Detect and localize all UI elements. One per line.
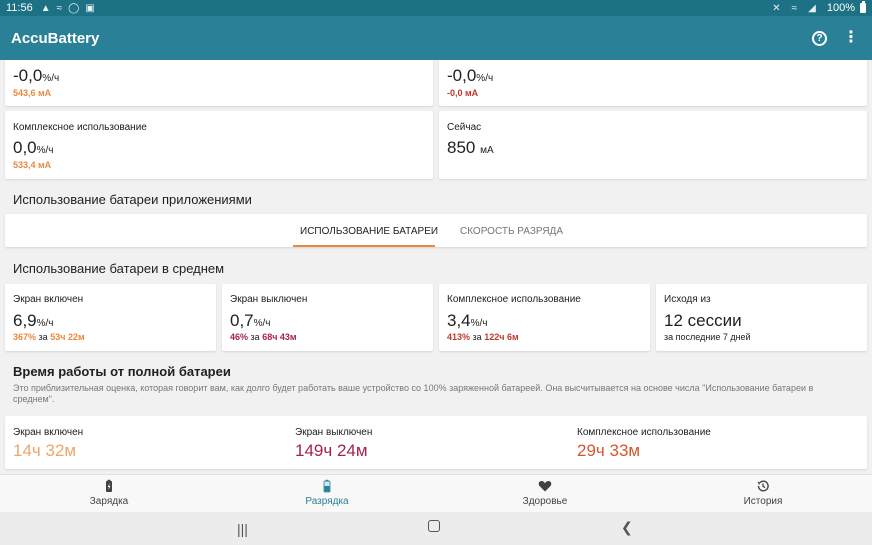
est-label-combined: Комплексное использование: [577, 427, 711, 438]
est-value-combined: 29ч 33м: [577, 441, 641, 460]
app-usage-tabs: ИСПОЛЬЗОВАНИЕ БАТАРЕИ СКОРОСТЬ РАЗРЯДА: [5, 214, 867, 247]
avg-screen-off-card: Экран выключен 0,7%/ч 46% за 68ч 43м: [222, 284, 433, 351]
now-current-card: Сейчас 850 мА: [439, 111, 867, 179]
average-usage-title: Использование батареи в среднем: [13, 261, 225, 276]
nav-history[interactable]: История: [654, 475, 872, 513]
card-label: Сейчас: [447, 122, 482, 133]
help-icon[interactable]: ?: [812, 30, 827, 46]
value: 6,9%/ч: [13, 311, 54, 330]
app-title: AccuBattery: [11, 29, 100, 47]
app-usage-title: Использование батареи приложениями: [13, 192, 252, 207]
full-battery-title: Время работы от полной батареи: [13, 364, 231, 379]
current-ma: -0,0 мА: [447, 88, 479, 98]
battery-charging-icon: [106, 479, 112, 492]
current-ma: 533,4 мА: [13, 160, 52, 170]
avg-sub: 413% за 122ч 6м: [447, 332, 519, 342]
system-navigation-bar: ||| ❮: [0, 512, 872, 545]
tab-discharge-speed[interactable]: СКОРОСТЬ РАЗРЯДА: [460, 226, 563, 237]
card-label: Исходя из: [664, 294, 711, 305]
active-tab-indicator: [293, 245, 435, 247]
card-label: Комплексное использование: [447, 294, 581, 305]
battery-icon: [860, 1, 866, 13]
gallery-icon: ▣: [85, 2, 95, 14]
value: -0,0%/ч: [13, 66, 60, 85]
mute-icon: ✕: [772, 2, 781, 14]
wifi-icon: ≈: [791, 2, 798, 14]
avg-sub: 367% за 53ч 22м: [13, 332, 85, 342]
value: 3,4%/ч: [447, 311, 488, 330]
notification-icon: ▲: [40, 2, 51, 14]
heart-icon: [538, 480, 552, 492]
est-label-screen-off: Экран выключен: [295, 427, 373, 438]
screen-on-current-card: -0,0%/ч 543,6 мА: [5, 60, 433, 106]
cast-icon: ≈: [56, 2, 63, 14]
est-value-screen-off: 149ч 24м: [295, 441, 368, 460]
app-bar: AccuBattery ? ⋮: [0, 16, 872, 60]
value: -0,0%/ч: [447, 66, 494, 85]
est-label-screen-on: Экран включен: [13, 427, 84, 438]
nav-health[interactable]: Здоровье: [436, 475, 654, 513]
back-icon[interactable]: ❮: [621, 519, 633, 536]
card-label: Экран включен: [13, 294, 84, 305]
current-ma: 543,6 мА: [13, 88, 52, 98]
home-icon[interactable]: [428, 520, 440, 532]
value: 0,7%/ч: [230, 311, 271, 330]
battery-percent: 100%: [826, 2, 855, 14]
more-vert-icon[interactable]: ⋮: [841, 30, 861, 46]
full-battery-card: Экран включен 14ч 32м Экран выключен 149…: [5, 416, 867, 469]
card-label: Экран выключен: [230, 294, 308, 305]
bottom-navigation: Зарядка Разрядка Здоровье История: [0, 474, 872, 512]
avg-sub: 46% за 68ч 43м: [230, 332, 297, 342]
nav-charging[interactable]: Зарядка: [0, 475, 218, 513]
est-value-screen-on: 14ч 32м: [13, 441, 77, 460]
status-time: 11:56: [6, 2, 33, 14]
recents-icon[interactable]: |||: [237, 521, 248, 537]
data-saver-icon: ◯: [68, 2, 80, 14]
value: 0,0%/ч: [13, 138, 54, 157]
signal-icon: ◢: [808, 2, 816, 14]
value: 850 мА: [447, 138, 494, 157]
status-bar: 11:56 ▲ ≈ ◯ ▣ ✕ ≈ ◢ 100%: [0, 0, 872, 16]
avg-combined-card: Комплексное использование 3,4%/ч 413% за…: [439, 284, 650, 351]
full-battery-description: Это приблизительная оценка, которая гово…: [13, 383, 814, 404]
card-label: Комплексное использование: [13, 122, 147, 133]
session-count: 12 сессии: [664, 311, 742, 330]
battery-discharging-icon: [323, 479, 331, 493]
tab-battery-usage[interactable]: ИСПОЛЬЗОВАНИЕ БАТАРЕИ: [300, 226, 438, 237]
session-period: за последние 7 дней: [664, 332, 751, 342]
combined-usage-card: Комплексное использование 0,0%/ч 533,4 м…: [5, 111, 433, 179]
avg-screen-on-card: Экран включен 6,9%/ч 367% за 53ч 22м: [5, 284, 216, 351]
avg-sessions-card: Исходя из 12 сессии за последние 7 дней: [656, 284, 867, 351]
history-icon: [757, 480, 769, 492]
nav-discharging[interactable]: Разрядка: [218, 475, 436, 513]
screen-off-current-card: -0,0%/ч -0,0 мА: [439, 60, 867, 106]
